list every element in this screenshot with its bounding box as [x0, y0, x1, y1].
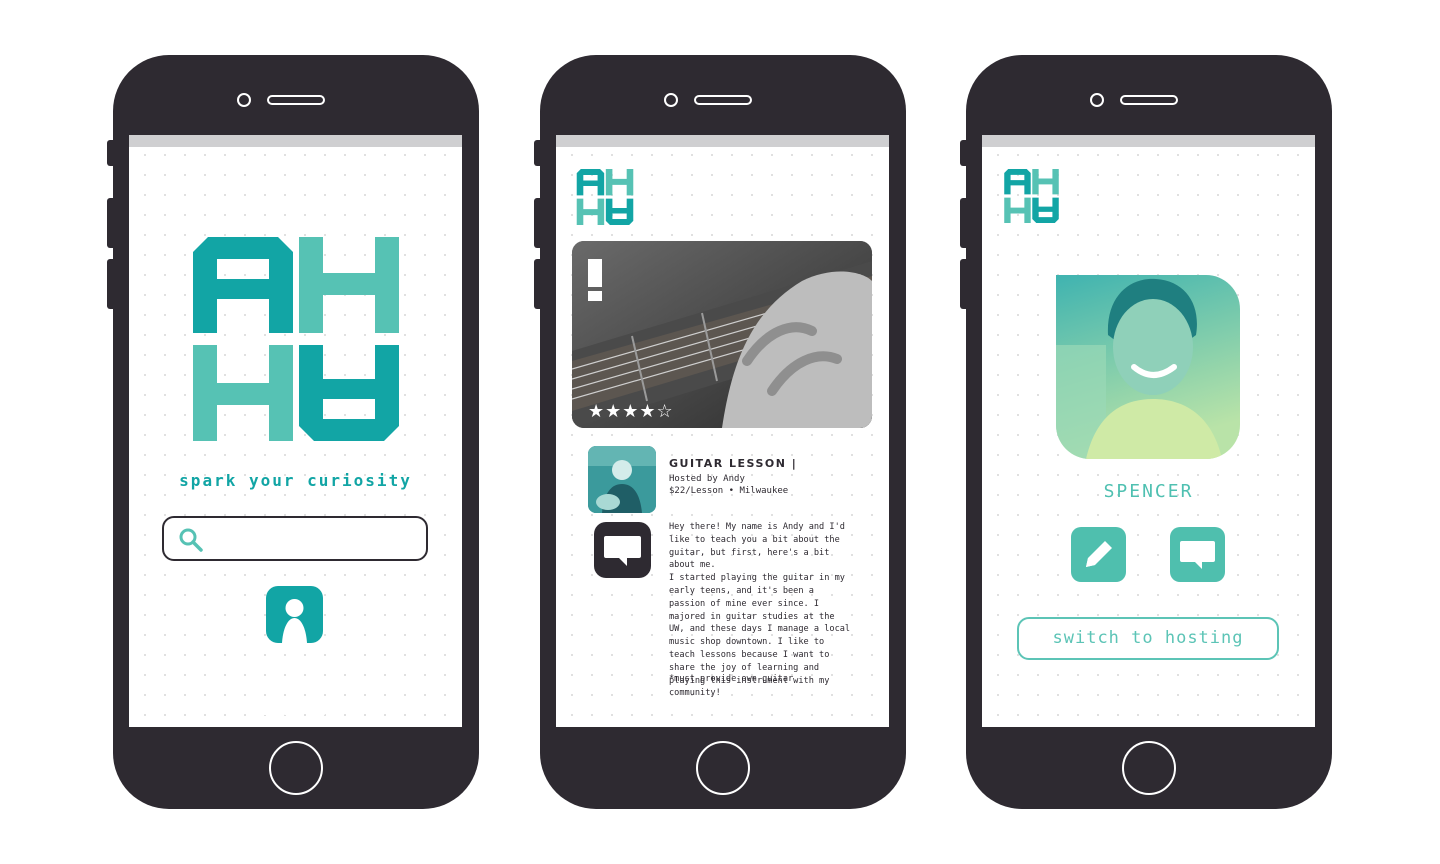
exclamation-icon[interactable] — [586, 259, 604, 301]
lesson-screen: ★★★★☆ GUITAR LESSON | Hosted by Andy $22… — [556, 135, 889, 727]
earpiece-speaker — [1120, 95, 1178, 105]
home-button[interactable] — [269, 741, 323, 795]
edit-profile-button[interactable] — [1071, 527, 1126, 582]
home-button[interactable] — [696, 741, 750, 795]
earpiece-speaker — [694, 95, 752, 105]
mute-switch — [107, 140, 115, 166]
status-bar — [982, 135, 1315, 147]
scroll-to-explore[interactable]: scroll to explore — [129, 700, 462, 719]
front-camera — [664, 93, 678, 107]
profile-screen: SPENCER switch to hosting — [982, 135, 1315, 727]
search-box[interactable] — [162, 516, 428, 561]
volume-up-button — [107, 198, 115, 248]
message-host-button[interactable] — [594, 522, 651, 578]
logo-letter-a-top — [193, 237, 293, 333]
ahha-logo-small[interactable] — [1004, 169, 1059, 223]
volume-up-button — [534, 198, 542, 248]
volume-down-button — [960, 259, 968, 309]
person-icon — [282, 599, 307, 643]
lesson-price-location: $22/Lesson • Milwaukee — [669, 486, 789, 496]
front-camera — [1090, 93, 1104, 107]
front-camera — [237, 93, 251, 107]
status-bar — [556, 135, 889, 147]
footer-divider — [129, 725, 462, 727]
host-avatar[interactable] — [588, 446, 656, 513]
chat-bubble-icon — [1180, 541, 1215, 569]
earpiece-speaker — [267, 95, 325, 105]
tagline: spark your curiosity — [179, 471, 412, 490]
search-icon — [179, 528, 203, 552]
home-screen: spark your curiosity — [129, 135, 462, 727]
phone-lesson: ★★★★☆ GUITAR LESSON | Hosted by Andy $22… — [534, 55, 906, 809]
switch-to-hosting-button[interactable]: switch to hosting — [1017, 617, 1279, 660]
mute-switch — [534, 140, 542, 166]
phone-home: spark your curiosity scroll to explore — [107, 55, 479, 809]
chat-bubble-icon — [604, 536, 641, 566]
volume-down-button — [107, 259, 115, 309]
home-button[interactable] — [1122, 741, 1176, 795]
profile-photo — [1056, 275, 1240, 459]
profile-avatar[interactable] — [1056, 275, 1240, 459]
guitar-photo — [572, 241, 872, 428]
mute-switch — [960, 140, 968, 166]
phone-profile: SPENCER switch to hosting — [960, 55, 1332, 809]
messages-button[interactable] — [1170, 527, 1225, 582]
ahha-logo-small[interactable] — [576, 169, 634, 225]
ahha-logo — [193, 237, 399, 441]
lesson-hero-image[interactable]: ★★★★☆ — [572, 241, 872, 428]
search-input[interactable] — [212, 526, 416, 552]
lesson-note: *must provide own guitar — [669, 674, 794, 684]
logo-letter-h-bottom — [193, 345, 293, 441]
logo-letter-h-top — [299, 237, 399, 333]
logo-letter-a-bottom — [299, 345, 399, 441]
profile-button[interactable] — [266, 586, 323, 643]
profile-name: SPENCER — [1103, 481, 1194, 502]
status-bar — [129, 135, 462, 147]
volume-down-button — [534, 259, 542, 309]
lesson-title: GUITAR LESSON | — [669, 457, 798, 470]
pencil-icon — [1086, 541, 1112, 567]
host-photo — [588, 446, 656, 513]
volume-up-button — [960, 198, 968, 248]
lesson-host: Hosted by Andy — [669, 474, 745, 484]
star-rating: ★★★★☆ — [588, 401, 674, 422]
